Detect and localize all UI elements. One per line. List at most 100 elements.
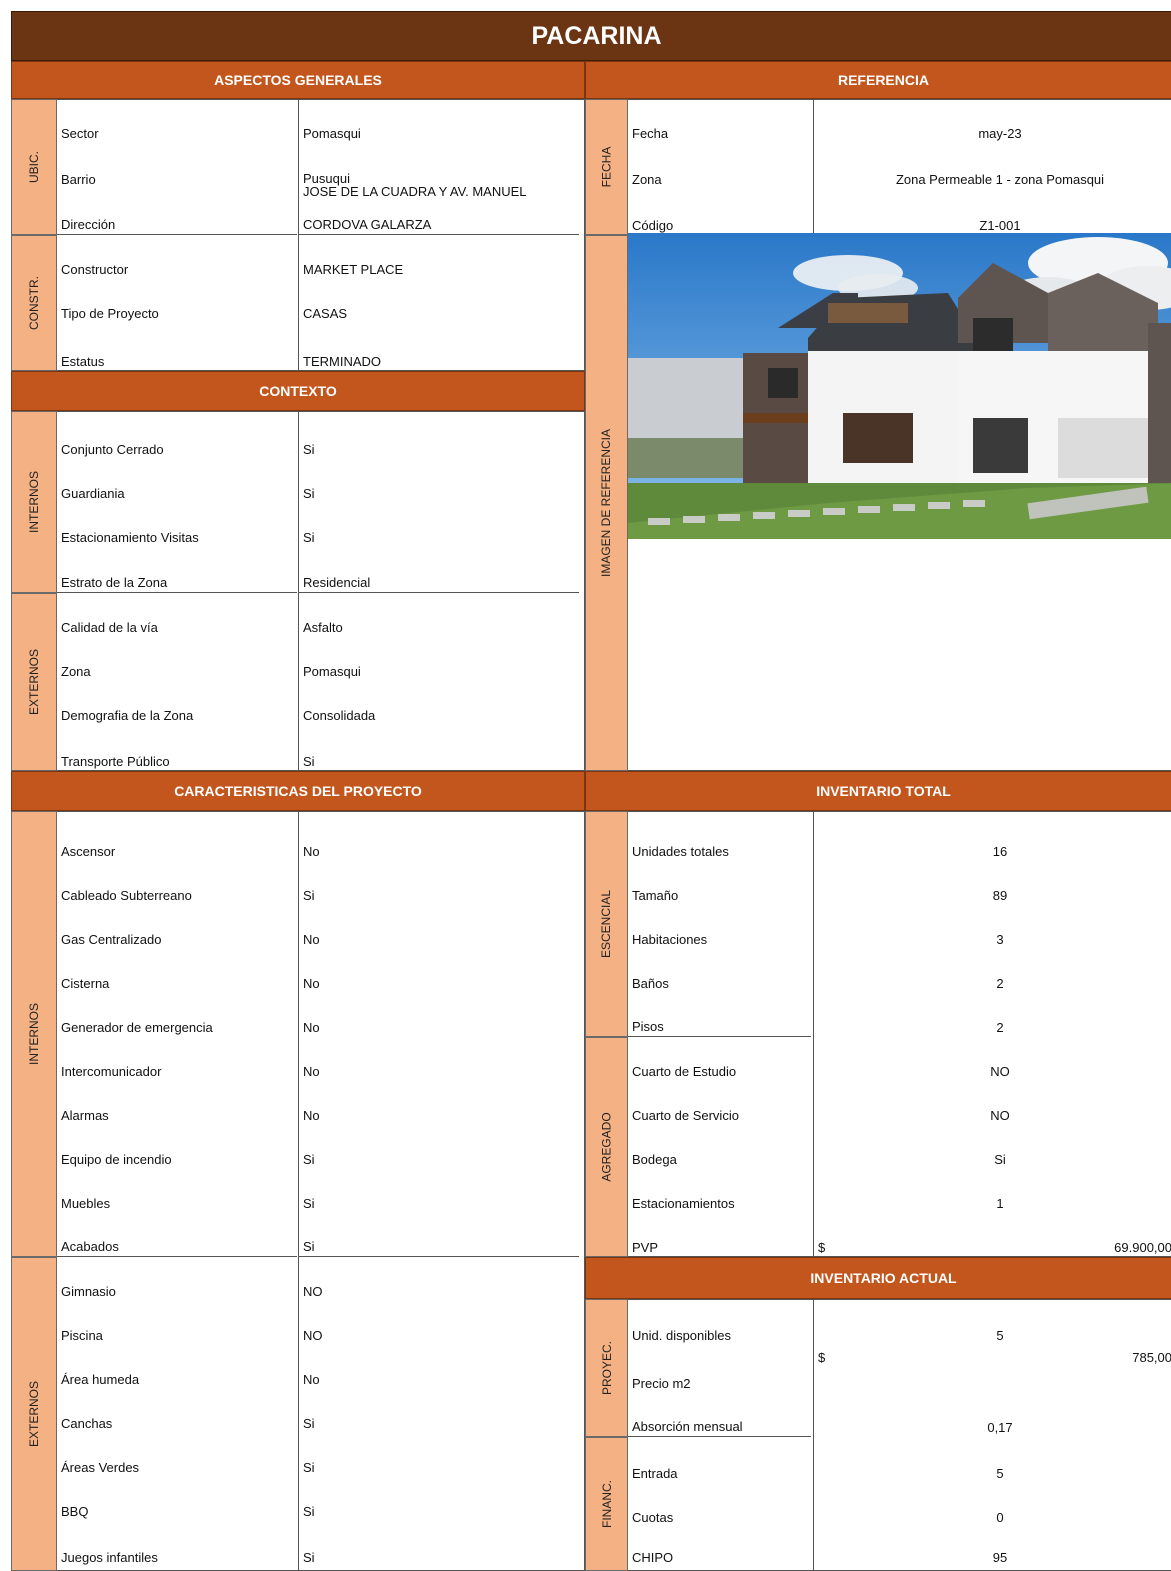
section-inventario-total: INVENTARIO TOTAL xyxy=(585,771,1171,811)
acabados-label: Acabados xyxy=(57,1213,297,1257)
section-referencia: REFERENCIA xyxy=(585,61,1171,99)
house-image xyxy=(628,233,1171,539)
group-proyec: PROYEC. xyxy=(585,1299,628,1437)
habitaciones-value: 3 xyxy=(996,932,1004,947)
section-inventario-actual: INVENTARIO ACTUAL xyxy=(585,1257,1171,1299)
demografia-value: Consolidada xyxy=(303,708,376,723)
group-constr: CONSTR. xyxy=(11,235,57,371)
estatus-value: TERMINADO xyxy=(303,354,381,369)
direccion-value-line2: CORDOVA GALARZA xyxy=(299,201,579,235)
group-caracteristicas-internos: INTERNOS xyxy=(11,811,57,1257)
muebles-value: Si xyxy=(303,1196,315,1211)
constructor-value: MARKET PLACE xyxy=(303,262,404,277)
cisterna-label: Cisterna xyxy=(61,976,110,991)
conjunto-cerrado-label: Conjunto Cerrado xyxy=(61,442,164,457)
demografia-label: Demografia de la Zona xyxy=(61,708,194,723)
pvp-currency: $ xyxy=(818,1240,826,1255)
cuarto-estudio-value: NO xyxy=(990,1064,1010,1079)
cuotas-label: Cuotas xyxy=(632,1510,674,1525)
juegos-infantiles-value: Si xyxy=(303,1550,315,1565)
juegos-infantiles-label: Juegos infantiles xyxy=(61,1550,158,1565)
area-humeda-value: No xyxy=(303,1372,320,1387)
sector-label: Sector xyxy=(61,126,99,141)
fecha-value: may-23 xyxy=(978,126,1022,141)
sector-value: Pomasqui xyxy=(303,126,361,141)
group-financ: FINANC. xyxy=(585,1437,628,1571)
tipo-proyecto-value: CASAS xyxy=(303,306,348,321)
absorcion-value: 0,17 xyxy=(987,1420,1013,1435)
estrato-zona-value: Residencial xyxy=(299,547,579,593)
area-humeda-label: Área humeda xyxy=(61,1372,140,1387)
bbq-label: BBQ xyxy=(61,1504,89,1519)
cuarto-servicio-value: NO xyxy=(990,1108,1010,1123)
cuarto-estudio-label: Cuarto de Estudio xyxy=(632,1064,737,1079)
gimnasio-value: NO xyxy=(303,1284,323,1299)
section-contexto: CONTEXTO xyxy=(11,371,585,411)
acabados-value: Si xyxy=(299,1213,579,1257)
zona-label: Zona xyxy=(61,664,91,679)
guardiania-value: Si xyxy=(303,486,315,501)
unidades-totales-label: Unidades totales xyxy=(632,844,729,859)
unidades-totales-value: 16 xyxy=(992,844,1008,859)
group-contexto-internos: INTERNOS xyxy=(11,411,57,593)
calidad-via-label: Calidad de la vía xyxy=(61,620,158,635)
alarmas-label: Alarmas xyxy=(61,1108,109,1123)
bbq-value: Si xyxy=(303,1504,315,1519)
muebles-label: Muebles xyxy=(61,1196,111,1211)
tamano-value: 89 xyxy=(992,888,1008,903)
banos-label: Baños xyxy=(632,976,669,991)
group-escencial: ESCENCIAL xyxy=(585,811,628,1037)
entrada-label: Entrada xyxy=(632,1466,678,1481)
conjunto-cerrado-value: Si xyxy=(303,442,315,457)
entrada-value: 5 xyxy=(996,1466,1004,1481)
equipo-incendio-label: Equipo de incendio xyxy=(61,1152,172,1167)
cuarto-servicio-label: Cuarto de Servicio xyxy=(632,1108,739,1123)
areas-verdes-label: Áreas Verdes xyxy=(61,1460,140,1475)
ascensor-label: Ascensor xyxy=(61,844,116,859)
codigo-value: Z1-001 xyxy=(979,218,1021,233)
banos-value: 2 xyxy=(996,976,1004,991)
intercomunicador-label: Intercomunicador xyxy=(61,1064,162,1079)
estacionamientos-label: Estacionamientos xyxy=(632,1196,735,1211)
constructor-label: Constructor xyxy=(61,262,129,277)
pisos-label: Pisos xyxy=(628,993,811,1037)
piscina-label: Piscina xyxy=(61,1328,103,1343)
section-caracteristicas: CARACTERISTICAS DEL PROYECTO xyxy=(11,771,585,811)
absorcion-label: Absorción mensual xyxy=(628,1393,811,1437)
gimnasio-label: Gimnasio xyxy=(61,1284,116,1299)
barrio-label: Barrio xyxy=(61,172,96,187)
bodega-label: Bodega xyxy=(632,1152,677,1167)
codigo-label: Código xyxy=(632,218,674,233)
estacionamiento-visitas-value: Si xyxy=(303,530,315,545)
guardiania-label: Guardiania xyxy=(61,486,125,501)
canchas-value: Si xyxy=(303,1416,315,1431)
estacionamientos-value: 1 xyxy=(996,1196,1004,1211)
precio-m2-currency: $ xyxy=(818,1350,826,1365)
estacionamiento-visitas-label: Estacionamiento Visitas xyxy=(61,530,199,545)
cuotas-value: 0 xyxy=(996,1510,1004,1525)
tipo-proyecto-label: Tipo de Proyecto xyxy=(61,306,159,321)
alarmas-value: No xyxy=(303,1108,320,1123)
project-title: PACARINA xyxy=(11,11,1171,61)
project-sheet: PACARINA ASPECTOS GENERALES REFERENCIA U… xyxy=(11,11,1171,1571)
pvp-value-row: $ 69.900,00 xyxy=(814,1213,1171,1257)
gas-value: No xyxy=(303,932,320,947)
precio-m2-value: 785,00 xyxy=(1132,1350,1171,1365)
cableado-value: Si xyxy=(303,888,315,903)
tamano-label: Tamaño xyxy=(632,888,679,903)
direccion-value-line1: JOSE DE LA CUADRA Y AV. MANUEL xyxy=(303,184,527,199)
areas-verdes-value: Si xyxy=(303,1460,315,1475)
piscina-value: NO xyxy=(303,1328,323,1343)
estrato-zona-label: Estrato de la Zona xyxy=(57,547,297,593)
canchas-label: Canchas xyxy=(61,1416,113,1431)
group-ubic: UBIC. xyxy=(11,99,57,235)
group-caracteristicas-externos: EXTERNOS xyxy=(11,1257,57,1571)
reference-photo xyxy=(628,233,1171,539)
gas-label: Gas Centralizado xyxy=(61,932,162,947)
generador-label: Generador de emergencia xyxy=(61,1020,213,1035)
bodega-value: Si xyxy=(994,1152,1006,1167)
precio-m2-value-row: $ 785,00 xyxy=(814,1331,1171,1367)
cisterna-value: No xyxy=(303,976,320,991)
chipo-value: 95 xyxy=(992,1550,1008,1565)
precio-m2-label: Precio m2 xyxy=(632,1376,691,1391)
